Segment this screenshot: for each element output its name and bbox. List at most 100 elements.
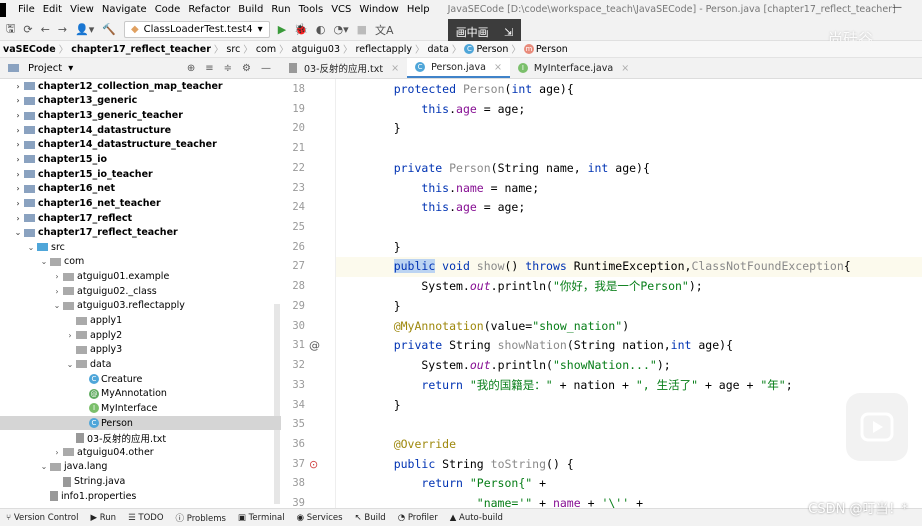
back-icon[interactable]: ← [41, 23, 50, 36]
breadcrumb-item[interactable]: C Person [461, 44, 511, 55]
tree-item[interactable]: › atguigu02._class [0, 284, 281, 299]
breadcrumb-item[interactable]: chapter17_reflect_teacher [68, 44, 214, 55]
tree-item[interactable]: C Creature [0, 372, 281, 387]
breadcrumb-item[interactable]: vaSECode [0, 44, 59, 55]
menu-code[interactable]: Code [151, 4, 185, 15]
chevron-right-icon[interactable]: › [51, 287, 63, 296]
chevron-right-icon[interactable]: › [12, 140, 24, 149]
tree-item[interactable]: ⌄ java.lang [0, 460, 281, 475]
tree-item[interactable]: › chapter16_net [0, 181, 281, 196]
chevron-down-icon[interactable]: ⌄ [38, 257, 50, 266]
chevron-right-icon[interactable]: › [64, 331, 76, 340]
chevron-down-icon[interactable]: ▾ [68, 63, 73, 74]
chevron-right-icon[interactable]: › [51, 448, 63, 457]
tree-item[interactable]: › chapter15_io_teacher [0, 167, 281, 182]
tab-myinterface-java[interactable]: I MyInterface.java × [510, 58, 637, 78]
tree-item[interactable]: ⌄ chapter17_reflect_teacher [0, 225, 281, 240]
chevron-right-icon[interactable]: › [12, 126, 24, 135]
coverage-icon[interactable]: ◐ [316, 23, 326, 36]
tree-item[interactable]: › atguigu04.other [0, 445, 281, 460]
locate-icon[interactable]: ⊕ [187, 63, 195, 74]
tree-item[interactable]: › chapter17_reflect [0, 211, 281, 226]
chevron-down-icon[interactable]: ⌄ [12, 228, 24, 237]
annotation-gutter-icon[interactable]: @ [309, 339, 320, 352]
collapse-all-icon[interactable]: ≑ [224, 63, 232, 74]
menu-tools[interactable]: Tools [295, 4, 328, 15]
menu-edit[interactable]: Edit [39, 4, 66, 15]
chevron-right-icon[interactable]: › [12, 155, 24, 164]
status-version-control[interactable]: ⑂ Version Control [6, 513, 79, 523]
menu-build[interactable]: Build [234, 4, 267, 15]
video-play-overlay[interactable] [846, 393, 908, 461]
menu-vcs[interactable]: VCS [327, 4, 355, 15]
menu-run[interactable]: Run [267, 4, 294, 15]
status-terminal[interactable]: ▣ Terminal [238, 513, 285, 523]
close-icon[interactable]: × [621, 63, 629, 74]
menu-window[interactable]: Window [355, 4, 402, 15]
pip-icon[interactable]: ⇲ [504, 26, 513, 39]
breadcrumb-item[interactable]: com [253, 44, 279, 55]
breadcrumb-item[interactable]: data [425, 44, 452, 55]
tree-item[interactable]: ⌄ src [0, 240, 281, 255]
debug-icon[interactable]: 🐞 [294, 23, 308, 36]
chevron-right-icon[interactable]: › [51, 272, 63, 281]
status-problems[interactable]: ⓘ Problems [176, 512, 226, 524]
build-hammer-icon[interactable]: 🔨 [102, 23, 116, 36]
run-config-select[interactable]: ◆ ClassLoaderTest.test4 ▾ [123, 21, 270, 38]
tree-item[interactable]: C Person [0, 415, 281, 431]
breadcrumb-item[interactable]: atguigu03 [289, 44, 343, 55]
close-icon[interactable]: × [494, 62, 502, 73]
gear-icon[interactable]: ⚙ [242, 63, 251, 74]
tab-03-txt[interactable]: 03-反射的应用.txt × [281, 58, 407, 78]
chevron-right-icon[interactable]: › [12, 111, 24, 120]
tree-item[interactable]: › chapter14_datastructure [0, 123, 281, 138]
tree-item[interactable]: I MyInterface [0, 401, 281, 416]
chevron-right-icon[interactable]: › [12, 199, 24, 208]
status-services[interactable]: ◉ Services [297, 513, 343, 523]
chevron-down-icon[interactable]: ⌄ [25, 243, 37, 252]
chevron-right-icon[interactable]: › [12, 170, 24, 179]
tab-person-java[interactable]: C Person.java × [407, 58, 510, 78]
sync-icon[interactable]: ⟳ [23, 23, 32, 36]
tree-item[interactable]: String.java [0, 474, 281, 489]
chevron-right-icon[interactable]: › [12, 184, 24, 193]
minimize-button[interactable]: — [892, 2, 902, 13]
chevron-right-icon[interactable]: › [12, 82, 24, 91]
stop-icon[interactable]: ■ [357, 23, 367, 36]
close-icon[interactable]: × [391, 63, 399, 74]
breadcrumb-item[interactable]: src [223, 44, 243, 55]
menu-help[interactable]: Help [403, 4, 434, 15]
run-icon[interactable]: ▶ [278, 23, 286, 36]
tree-item[interactable]: › chapter13_generic_teacher [0, 108, 281, 123]
save-icon[interactable]: 🖫 [6, 20, 15, 39]
tree-item[interactable]: 03-反射的应用.txt [0, 430, 281, 445]
tree-item[interactable]: apply3 [0, 343, 281, 358]
status-todo[interactable]: ☰ TODO [128, 513, 163, 523]
menu-navigate[interactable]: Navigate [98, 4, 151, 15]
tree-item[interactable]: apply1 [0, 313, 281, 328]
menu-refactor[interactable]: Refactor [184, 4, 234, 15]
project-label[interactable]: Project [28, 63, 62, 74]
forward-icon[interactable]: → [58, 23, 67, 36]
chevron-down-icon[interactable]: ⌄ [64, 360, 76, 369]
override-gutter-icon[interactable]: ⊙ [309, 458, 318, 471]
status-profiler[interactable]: ◔ Profiler [398, 513, 438, 523]
chevron-right-icon[interactable]: › [12, 214, 24, 223]
tree-item[interactable]: › apply2 [0, 328, 281, 343]
code-editor[interactable]: protected Person(int age){ this.age = ag… [336, 79, 922, 508]
tree-item[interactable]: @ MyAnnotation [0, 386, 281, 401]
tree-item[interactable]: › chapter16_net_teacher [0, 196, 281, 211]
status-build[interactable]: ↖ Build [355, 513, 386, 523]
expand-all-icon[interactable]: ≡ [205, 63, 213, 74]
hide-icon[interactable]: — [261, 63, 271, 74]
tree-item[interactable]: › chapter12_collection_map_teacher [0, 79, 281, 94]
status-auto-build[interactable]: ▲ Auto-build [450, 513, 503, 523]
breadcrumb-item[interactable]: m Person [521, 44, 571, 55]
user-icon[interactable]: 👤▾ [75, 23, 94, 36]
chevron-down-icon[interactable]: ⌄ [51, 301, 63, 310]
tree-item[interactable]: ⌄ data [0, 357, 281, 372]
profile-icon[interactable]: ◔▾ [333, 23, 348, 36]
tree-item[interactable]: › chapter14_datastructure_teacher [0, 138, 281, 153]
tree-item[interactable]: › chapter13_generic [0, 94, 281, 109]
chevron-down-icon[interactable]: ⌄ [38, 462, 50, 471]
